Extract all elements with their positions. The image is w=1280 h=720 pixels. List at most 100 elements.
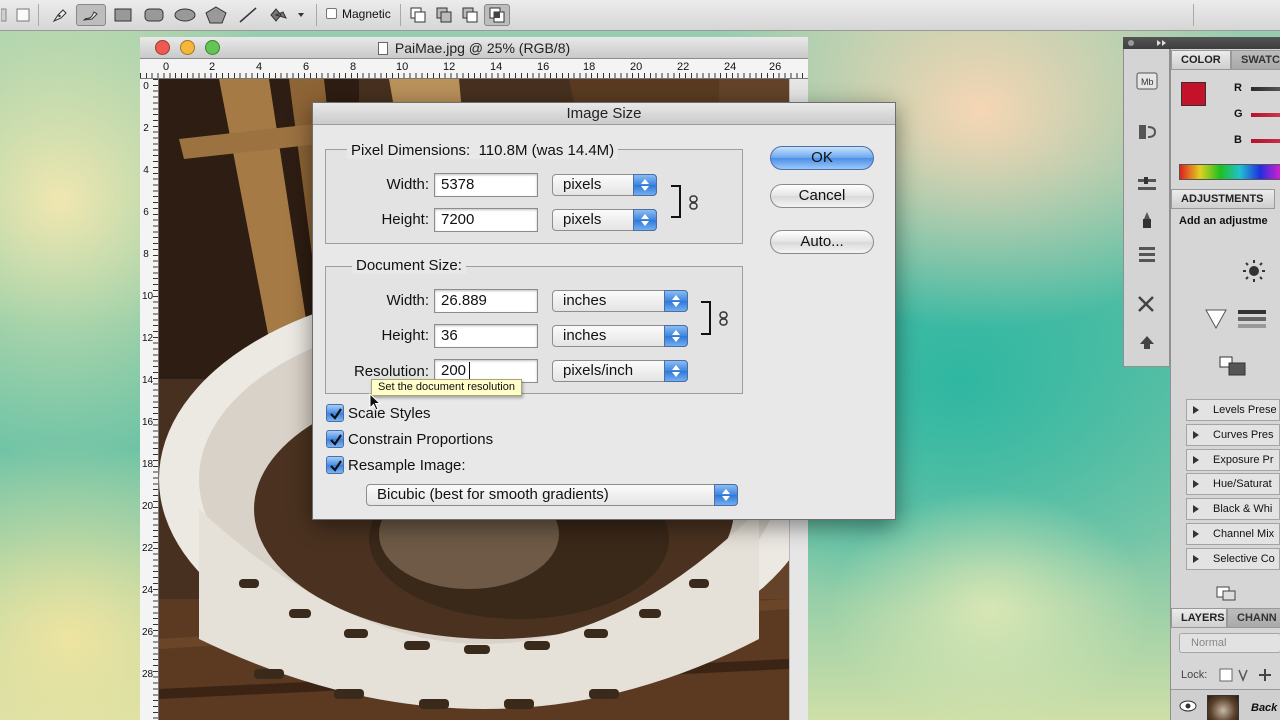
add-to-shape-icon[interactable] bbox=[432, 4, 456, 26]
resample-method-select[interactable]: Bicubic (best for smooth gradients) bbox=[366, 484, 738, 506]
document-width-unit-select[interactable]: inches bbox=[552, 290, 688, 312]
subtract-shape-icon[interactable] bbox=[458, 4, 482, 26]
selective-color-icon[interactable] bbox=[1219, 355, 1247, 380]
separator bbox=[400, 4, 401, 26]
constrain-proportions-checkbox[interactable] bbox=[326, 430, 344, 448]
cancel-button[interactable]: Cancel bbox=[770, 184, 874, 208]
adjustments-footer-icon[interactable] bbox=[1215, 584, 1237, 605]
preset-label: Black & Whi bbox=[1213, 503, 1273, 515]
preset-label: Hue/Saturat bbox=[1213, 478, 1272, 490]
custom-shape-icon[interactable] bbox=[265, 4, 307, 26]
document-size-title: Document Size: bbox=[352, 257, 466, 274]
foreground-swatch[interactable] bbox=[1181, 82, 1206, 106]
lock-icons[interactable] bbox=[1219, 667, 1279, 686]
pixel-width-unit-select[interactable]: pixels bbox=[552, 174, 657, 196]
clone-source-icon[interactable] bbox=[1134, 208, 1160, 232]
hue-saturation-icon[interactable] bbox=[1237, 307, 1267, 334]
tab-swatches[interactable]: SWATC bbox=[1231, 50, 1280, 70]
ok-button[interactable]: OK bbox=[770, 146, 874, 170]
tab-layers[interactable]: LAYERS bbox=[1171, 608, 1227, 628]
history-icon[interactable] bbox=[1134, 120, 1160, 144]
pixel-dimensions-title-text: Pixel Dimensions: bbox=[351, 142, 471, 159]
checkmark-icon bbox=[330, 408, 342, 420]
tab-adjustments[interactable]: ADJUSTMENTS bbox=[1171, 189, 1275, 209]
polygon-icon[interactable] bbox=[203, 4, 229, 26]
document-height-unit-value: inches bbox=[563, 327, 607, 344]
ruler-label: 26 bbox=[142, 627, 154, 638]
magnetic-checkbox[interactable] bbox=[326, 8, 337, 19]
popup-arrows-icon bbox=[664, 290, 688, 312]
ruler-label: 24 bbox=[142, 585, 154, 596]
popup-arrows-icon bbox=[664, 325, 688, 347]
preset-item-selective-color[interactable]: Selective Co bbox=[1186, 548, 1280, 570]
document-width-unit-value: inches bbox=[563, 292, 607, 309]
collapse-panels-icon[interactable] bbox=[1123, 37, 1280, 49]
ruler-label: 24 bbox=[724, 61, 737, 73]
preset-item-channel-mixer[interactable]: Channel Mix bbox=[1186, 523, 1280, 545]
preset-item-exposure[interactable]: Exposure Pr bbox=[1186, 449, 1280, 471]
mini-bridge-icon[interactable]: Mb bbox=[1134, 69, 1160, 93]
paths-mode-icon[interactable] bbox=[14, 4, 32, 26]
vibrance-icon[interactable] bbox=[1203, 307, 1229, 334]
color-spectrum-bar[interactable] bbox=[1179, 164, 1280, 180]
ruler-label: 0 bbox=[143, 81, 149, 92]
character-icon[interactable] bbox=[1134, 242, 1160, 266]
document-icon bbox=[377, 42, 388, 55]
ruler-label: 22 bbox=[677, 61, 690, 73]
horizontal-ruler[interactable] bbox=[140, 59, 808, 79]
preset-item-levels[interactable]: Levels Prese bbox=[1186, 399, 1280, 421]
new-shape-layer-icon[interactable] bbox=[406, 4, 430, 26]
scale-styles-checkbox[interactable] bbox=[326, 404, 344, 422]
pixel-width-field[interactable]: 5378 bbox=[434, 173, 538, 197]
disclosure-triangle-icon bbox=[1193, 530, 1199, 538]
tab-channels[interactable]: CHANN bbox=[1227, 608, 1280, 628]
svg-text:Mb: Mb bbox=[1141, 77, 1154, 87]
disclosure-triangle-icon bbox=[1193, 480, 1199, 488]
separator bbox=[316, 4, 317, 26]
ruler-label: 8 bbox=[143, 249, 149, 260]
preset-item-hue-saturation[interactable]: Hue/Saturat bbox=[1186, 473, 1280, 495]
pixel-height-unit-select[interactable]: pixels bbox=[552, 209, 657, 231]
ruler-label: 22 bbox=[142, 543, 154, 554]
resample-image-checkbox[interactable] bbox=[326, 456, 344, 474]
pen-tool-icon[interactable] bbox=[46, 4, 74, 26]
brightness-icon[interactable] bbox=[1241, 259, 1267, 286]
panel-dock-header[interactable] bbox=[1123, 37, 1280, 49]
document-height-field[interactable]: 36 bbox=[434, 324, 538, 348]
intersect-shape-icon[interactable] bbox=[484, 4, 510, 26]
popup-arrows-icon bbox=[664, 360, 688, 382]
tab-color-label: COLOR bbox=[1181, 54, 1221, 66]
channel-b-slider[interactable] bbox=[1251, 139, 1280, 143]
disclosure-triangle-icon bbox=[1193, 431, 1199, 439]
blend-mode-select[interactable]: Normal bbox=[1179, 633, 1280, 653]
tab-color[interactable]: COLOR bbox=[1171, 50, 1231, 70]
auto-button[interactable]: Auto... bbox=[770, 230, 874, 254]
rectangle-shape-icon[interactable] bbox=[112, 4, 134, 26]
line-icon[interactable] bbox=[236, 4, 260, 26]
constrain-proportions-label: Constrain Proportions bbox=[348, 431, 494, 448]
tool-presets-icon[interactable] bbox=[1134, 292, 1160, 316]
pixel-height-field[interactable]: 7200 bbox=[434, 208, 538, 232]
freeform-pen-icon[interactable] bbox=[76, 4, 106, 26]
channel-g-slider[interactable] bbox=[1251, 113, 1280, 117]
dialog-titlebar[interactable]: Image Size bbox=[313, 103, 895, 125]
preset-item-curves[interactable]: Curves Pres bbox=[1186, 424, 1280, 446]
ruler-label: 20 bbox=[630, 61, 643, 73]
ruler-label: 20 bbox=[142, 501, 154, 512]
channel-r-slider[interactable] bbox=[1251, 87, 1280, 91]
document-height-unit-select[interactable]: inches bbox=[552, 325, 688, 347]
disclosure-triangle-icon bbox=[1193, 555, 1199, 563]
layer-row[interactable]: Back bbox=[1171, 689, 1280, 720]
brushes-icon[interactable] bbox=[1134, 173, 1160, 197]
ruler-label: 4 bbox=[143, 165, 149, 176]
document-titlebar: PaiMae.jpg @ 25% (RGB/8) bbox=[140, 37, 808, 59]
visibility-eye-icon[interactable] bbox=[1179, 700, 1197, 715]
tab-layers-label: LAYERS bbox=[1181, 612, 1225, 624]
document-link-bracket bbox=[701, 301, 711, 335]
document-width-field[interactable]: 26.889 bbox=[434, 289, 538, 313]
notes-icon[interactable] bbox=[1134, 330, 1160, 354]
rounded-rectangle-icon[interactable] bbox=[142, 4, 166, 26]
preset-item-black-white[interactable]: Black & Whi bbox=[1186, 498, 1280, 520]
resolution-unit-select[interactable]: pixels/inch bbox=[552, 360, 688, 382]
ellipse-icon[interactable] bbox=[172, 4, 198, 26]
